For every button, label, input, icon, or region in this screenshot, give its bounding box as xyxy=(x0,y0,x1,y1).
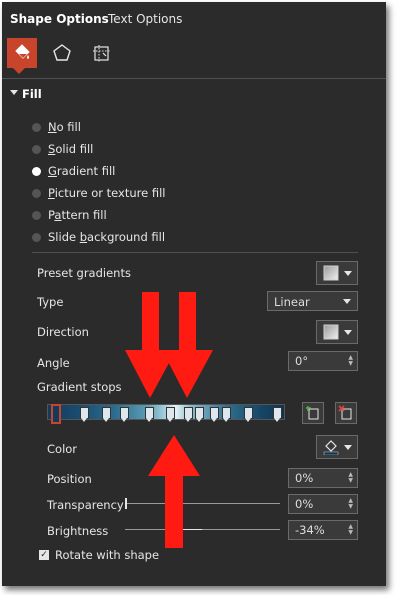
red-arrow-down-right xyxy=(162,292,213,398)
red-arrow-up xyxy=(148,435,200,548)
format-shape-panel: Shape Options Text Options Fill No fill … xyxy=(2,2,386,586)
annotation-overlay xyxy=(125,292,213,548)
red-arrow-down-left xyxy=(125,292,176,398)
